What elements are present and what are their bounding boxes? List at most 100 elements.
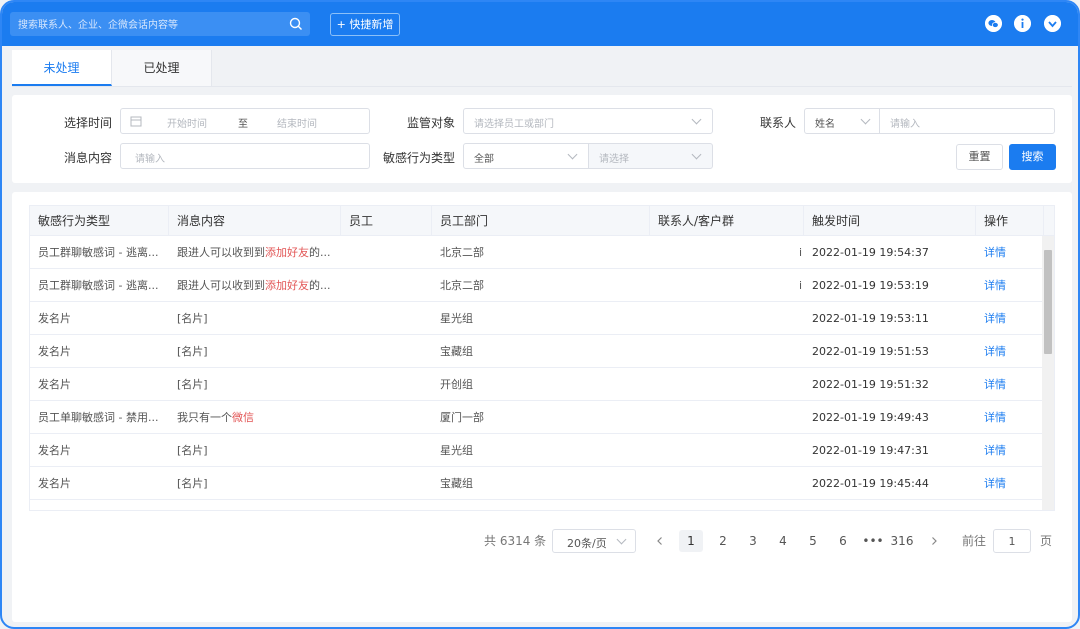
cell-action[interactable]: 详情 [976, 302, 1044, 335]
search-placeholder: 搜索联系人、企业、企微会话内容等 [18, 20, 178, 31]
cell-action[interactable]: 详情 [976, 434, 1044, 467]
range-separator: 至 [238, 119, 248, 130]
message-text: 跟进人可以收到到 [177, 246, 265, 259]
contact-type-value: 姓名 [815, 119, 835, 130]
cell-time: 2022-01-19 19:51:53 [804, 335, 976, 368]
page-ellipsis[interactable]: ••• [861, 530, 885, 552]
page-number[interactable]: 3 [741, 530, 765, 552]
message-text: [名片] [177, 312, 208, 325]
contact-input[interactable]: 请输入 [879, 108, 1055, 134]
cell-contact [650, 335, 804, 368]
page-number[interactable]: 316 [889, 530, 915, 552]
cell-time: 2022-01-19 19:53:11 [804, 302, 976, 335]
cell-action[interactable]: 详情 [976, 368, 1044, 401]
target-label: 监管对象 [407, 116, 456, 130]
cell-behavior: 发名片 [30, 335, 169, 368]
col-header-contact: 联系人/客户群 [650, 206, 804, 236]
cell-contact [650, 401, 804, 434]
cell-department: 北京二部 [432, 236, 650, 269]
page-number[interactable]: 4 [771, 530, 795, 552]
download-icon[interactable] [1044, 15, 1061, 32]
search-button[interactable]: 搜索 [1009, 144, 1056, 170]
col-header-action: 操作 [976, 206, 1044, 236]
contact-placeholder: 请输入 [890, 119, 920, 130]
cell-behavior: 员工群聊敏感词 - 逃离... [30, 236, 169, 269]
message-text: [名片] [177, 345, 208, 358]
next-page-icon[interactable] [929, 536, 939, 546]
cell-time: 2022-01-19 19:45:44 [804, 467, 976, 500]
cell-action[interactable]: 详情 [976, 236, 1044, 269]
start-time-placeholder: 开始时间 [167, 119, 207, 130]
search-icon[interactable] [288, 16, 304, 32]
scrollbar-thumb[interactable] [1044, 250, 1052, 354]
cell-department: 北京二部 [432, 269, 650, 302]
cell-time: 2022-01-19 19:54:37 [804, 236, 976, 269]
time-label: 选择时间 [64, 116, 113, 130]
events-table: 敏感行为类型 消息内容 员工 员工部门 联系人/客户群 触发时间 操作 员工群聊… [29, 205, 1055, 511]
col-header-time: 触发时间 [804, 206, 976, 236]
message-keyword: 添加好友 [265, 279, 309, 292]
cell-time: 2022-01-19 19:53:19 [804, 269, 976, 302]
message-placeholder: 请输入 [135, 154, 165, 165]
global-search-input[interactable]: 搜索联系人、企业、企微会话内容等 [10, 12, 310, 36]
page-number[interactable]: 5 [801, 530, 825, 552]
col-header-department: 员工部门 [432, 206, 650, 236]
cell-employee [341, 269, 432, 302]
message-input[interactable]: 请输入 [120, 143, 370, 169]
reset-button[interactable]: 重置 [956, 144, 1003, 170]
cell-action[interactable]: 详情 [976, 467, 1044, 500]
cell-contact: i [650, 269, 804, 302]
page-size-select[interactable]: 20条/页 [552, 529, 636, 553]
top-bar: 搜索联系人、企业、企微会话内容等 + 快捷新增 [2, 2, 1078, 46]
table-panel: 敏感行为类型 消息内容 员工 员工部门 联系人/客户群 触发时间 操作 员工群聊… [12, 192, 1072, 622]
total-count: 共 6314 条 [484, 534, 547, 548]
contact-type-select[interactable]: 姓名 [804, 108, 880, 134]
message-text: [名片] [177, 378, 208, 391]
target-placeholder: 请选择员工或部门 [474, 119, 554, 130]
behavior-label: 敏感行为类型 [383, 151, 456, 165]
page-number[interactable]: 1 [679, 530, 703, 552]
contact-label: 联系人 [760, 116, 797, 130]
page-number[interactable]: 2 [711, 530, 735, 552]
cell-contact [650, 467, 804, 500]
cell-message: 我只有一个微信 [169, 401, 341, 434]
message-keyword: 微信 [232, 411, 254, 424]
table-scrollbar[interactable] [1042, 236, 1054, 510]
cell-action[interactable]: 详情 [976, 335, 1044, 368]
prev-page-icon[interactable] [655, 536, 665, 546]
page-number[interactable]: 6 [831, 530, 855, 552]
message-label: 消息内容 [64, 151, 113, 165]
cell-message: [名片] [169, 467, 341, 500]
message-keyword: 添加好友 [265, 246, 309, 259]
message-text: [名片] [177, 444, 208, 457]
cell-department: 宝藏组 [432, 335, 650, 368]
behavior-subtype-select[interactable]: 请选择 [588, 143, 713, 169]
info-icon[interactable] [1014, 15, 1031, 32]
behavior-type-select[interactable]: 全部 [463, 143, 589, 169]
tab-processed[interactable]: 已处理 [112, 50, 212, 86]
cell-behavior: 发名片 [30, 368, 169, 401]
cell-employee [341, 236, 432, 269]
wechat-icon[interactable] [985, 15, 1002, 32]
behavior-type-value: 全部 [474, 154, 494, 165]
cell-employee [341, 335, 432, 368]
chevron-down-icon [860, 114, 871, 125]
cell-action[interactable]: 详情 [976, 401, 1044, 434]
goto-suffix: 页 [1040, 534, 1053, 548]
time-range-picker[interactable]: 开始时间 至 结束时间 [120, 108, 370, 134]
target-select[interactable]: 请选择员工或部门 [463, 108, 713, 134]
cell-employee [341, 302, 432, 335]
cell-contact: i [650, 236, 804, 269]
col-header-behavior: 敏感行为类型 [30, 206, 169, 236]
cell-employee [341, 467, 432, 500]
cell-department: 星光组 [432, 434, 650, 467]
goto-page-input[interactable]: 1 [993, 529, 1031, 553]
message-text: 跟进人可以收到到 [177, 279, 265, 292]
cell-department: 星光组 [432, 302, 650, 335]
cell-contact [650, 368, 804, 401]
quick-add-button[interactable]: + 快捷新增 [330, 13, 400, 36]
tab-unprocessed[interactable]: 未处理 [12, 50, 112, 86]
cell-contact [650, 434, 804, 467]
cell-message: [名片] [169, 335, 341, 368]
cell-action[interactable]: 详情 [976, 269, 1044, 302]
